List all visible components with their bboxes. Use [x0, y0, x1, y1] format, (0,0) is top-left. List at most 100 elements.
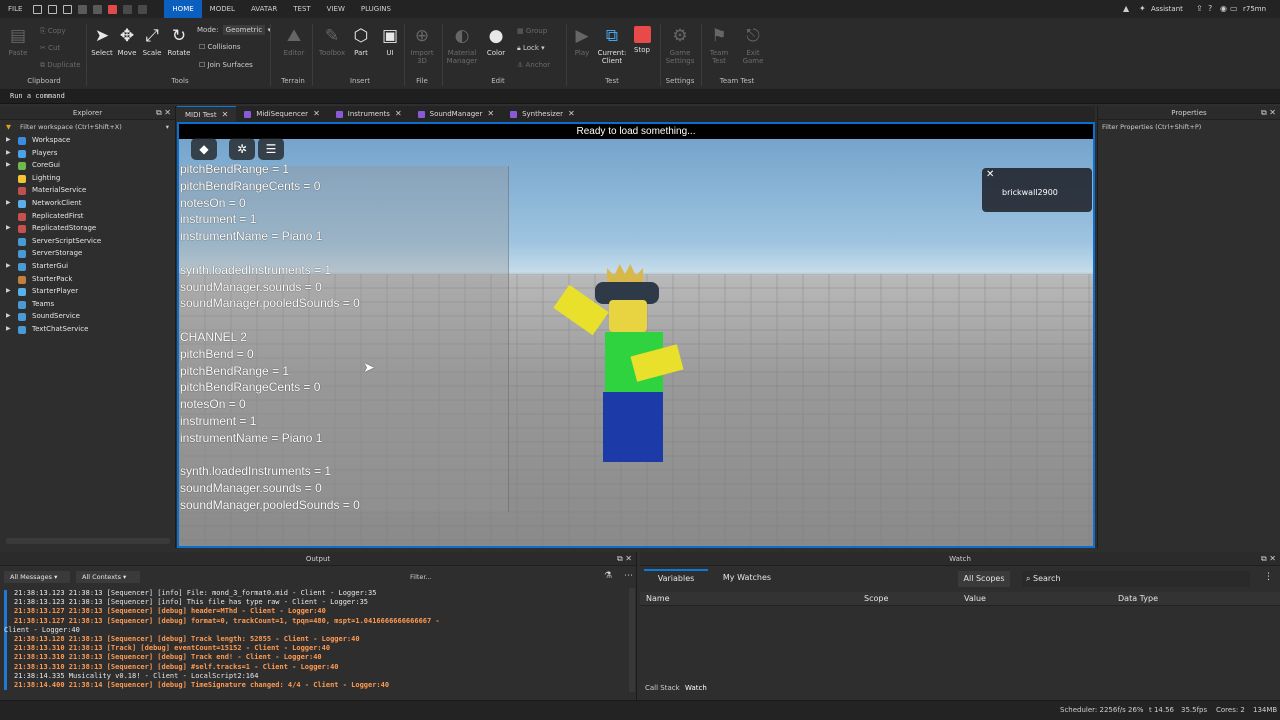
scale-button[interactable]: ⤢ Scale [140, 26, 164, 57]
paste-button[interactable]: ▤ Paste [6, 26, 30, 57]
expand-arrow-icon[interactable]: ▶ [6, 147, 11, 160]
undo-icon[interactable] [123, 4, 133, 14]
explorer-item[interactable]: ServerStorage [0, 247, 175, 260]
selfview-icon[interactable]: ✲ [229, 138, 255, 160]
watch-search-input[interactable]: ⌕ Search [1022, 571, 1250, 587]
roblox-menu-icon[interactable]: ◆ [191, 138, 217, 160]
explorer-filter-input[interactable]: ▼ Filter workspace (Ctrl+Shift+X) ▾ [0, 120, 175, 134]
tab-view[interactable]: VIEW [319, 0, 353, 18]
chat-icon[interactable]: ▭ [1230, 4, 1238, 13]
mode-select[interactable]: Mode: Geometric ▾ [197, 25, 271, 35]
column-value[interactable]: Value [964, 592, 986, 606]
close-icon[interactable]: ✕ [313, 106, 320, 122]
column-scope[interactable]: Scope [864, 592, 888, 606]
terrain-editor-button[interactable]: ⛰ Editor [280, 26, 308, 57]
copy-button[interactable]: ⎘ Copy [40, 27, 66, 36]
explorer-item[interactable]: ▶ StarterPlayer [0, 285, 175, 298]
tab-my-watches[interactable]: My Watches [714, 569, 780, 587]
close-icon[interactable]: ✕ [222, 107, 229, 123]
output-filter-input[interactable]: Filter... [410, 571, 596, 583]
close-icon[interactable]: ⧉ ✕ [1261, 106, 1276, 120]
explorer-item[interactable]: ▶ CoreGui [0, 159, 175, 172]
lock-button[interactable]: 🔒︎ Lock ▾ [517, 44, 545, 53]
share-icon[interactable]: ⇪ [1196, 4, 1203, 13]
expand-arrow-icon[interactable]: ▶ [6, 159, 11, 172]
close-icon[interactable]: ✕ [395, 106, 402, 122]
close-icon[interactable]: ⧉ ✕ [1261, 552, 1276, 566]
column-name[interactable]: Name [646, 592, 670, 606]
expand-arrow-icon[interactable]: ▶ [6, 197, 11, 210]
notifications-icon[interactable]: ◉ [1220, 4, 1227, 13]
toolbox-button[interactable]: ✎ Toolbox [316, 26, 348, 57]
properties-filter-input[interactable]: Filter Properties (Ctrl+Shift+P) [1098, 120, 1280, 134]
scope-dropdown[interactable]: All Scopes [958, 571, 1010, 587]
more-options-icon[interactable]: ⋯ [624, 571, 633, 581]
explorer-item[interactable]: ▶ NetworkClient [0, 197, 175, 210]
explorer-item[interactable]: ReplicatedFirst [0, 210, 175, 223]
collisions-toggle[interactable]: ☐ Collisions [199, 43, 240, 51]
explorer-item[interactable]: Teams [0, 298, 175, 311]
close-icon[interactable]: ⧉ ✕ [156, 106, 171, 120]
explorer-item[interactable]: MaterialService [0, 184, 175, 197]
color-button[interactable]: ● Color [482, 26, 510, 57]
tab-sound-manager[interactable]: SoundManager ✕ [410, 106, 502, 122]
explorer-item[interactable]: ▶ Players [0, 147, 175, 160]
expand-arrow-icon[interactable]: ▶ [6, 310, 11, 323]
more-options-icon[interactable]: ⋮ [1264, 572, 1273, 582]
game-viewport[interactable]: Ready to load something... ◆ ✲ ☰ pitchBe… [177, 122, 1095, 548]
clear-output-icon[interactable]: ⚗ [604, 571, 612, 581]
column-data-type[interactable]: Data Type [1118, 592, 1158, 606]
file-menu[interactable]: FILE [0, 0, 30, 18]
stop-small-icon[interactable] [108, 4, 118, 14]
exit-game-button[interactable]: ⎋ Exit Game [738, 26, 768, 65]
expand-arrow-icon[interactable]: ▶ [6, 134, 11, 147]
vertical-scrollbar[interactable] [629, 588, 635, 692]
collapse-ribbon-icon[interactable]: ▲ [1123, 4, 1129, 13]
play-small-icon[interactable] [78, 4, 88, 14]
redo-icon[interactable] [138, 4, 148, 14]
close-icon[interactable]: ✕ [986, 169, 994, 180]
anchor-button[interactable]: ⚓︎ Anchor [517, 61, 550, 69]
context-filter-dropdown[interactable]: All Contexts ▾ [76, 571, 140, 583]
assistant-button[interactable]: Assistant [1151, 5, 1183, 13]
duplicate-button[interactable]: ⧉ Duplicate [40, 61, 81, 70]
tab-avatar[interactable]: AVATAR [243, 0, 285, 18]
close-icon[interactable]: ✕ [568, 106, 575, 122]
ui-button[interactable]: ▣ UI [378, 26, 402, 57]
explorer-item[interactable]: ▶ StarterGui [0, 260, 175, 273]
explorer-item[interactable]: ▶ ReplicatedStorage [0, 222, 175, 235]
chat-toggle-icon[interactable]: ☰ [258, 138, 284, 160]
chevron-down-icon[interactable]: ▾ [166, 120, 169, 134]
tab-watch[interactable]: Watch [685, 684, 707, 692]
expand-arrow-icon[interactable]: ▶ [6, 222, 11, 235]
join-surfaces-toggle[interactable]: ☐ Join Surfaces [199, 61, 253, 69]
cut-button[interactable]: ✂ Cut [40, 44, 60, 52]
horizontal-scrollbar[interactable] [6, 538, 170, 544]
tab-midi-test[interactable]: MIDI Test ✕ [177, 106, 237, 123]
tab-synthesizer[interactable]: Synthesizer ✕ [502, 106, 583, 122]
rotate-button[interactable]: ↻ Rotate [166, 26, 192, 57]
explorer-item[interactable]: Lighting [0, 172, 175, 185]
tab-plugins[interactable]: PLUGINS [353, 0, 399, 18]
close-icon[interactable]: ✕ [487, 106, 494, 122]
save-icon[interactable] [33, 4, 43, 14]
explorer-item[interactable]: ▶ Workspace [0, 134, 175, 147]
tab-instruments[interactable]: Instruments ✕ [328, 106, 410, 122]
publish-icon[interactable] [63, 4, 73, 14]
command-input[interactable]: Run a command [10, 92, 65, 100]
command-bar[interactable]: Run a command [0, 90, 1280, 104]
import-3d-button[interactable]: ⊕ Import 3D [408, 26, 436, 65]
save-as-icon[interactable] [48, 4, 58, 14]
help-icon[interactable]: ? [1208, 4, 1212, 13]
tab-call-stack[interactable]: Call Stack [645, 684, 680, 692]
explorer-item[interactable]: StarterPack [0, 273, 175, 286]
expand-arrow-icon[interactable]: ▶ [6, 285, 11, 298]
group-button[interactable]: ▦ Group [517, 27, 547, 35]
current-client-button[interactable]: ⧉ Current: Client [594, 26, 630, 65]
assistant-icon[interactable]: ✦ [1139, 4, 1146, 13]
play-here-small-icon[interactable] [93, 4, 103, 14]
message-filter-dropdown[interactable]: All Messages ▾ [4, 571, 70, 583]
user-name[interactable]: r75mn [1243, 5, 1266, 13]
tab-model[interactable]: MODEL [202, 0, 243, 18]
tab-home[interactable]: HOME [164, 0, 202, 18]
